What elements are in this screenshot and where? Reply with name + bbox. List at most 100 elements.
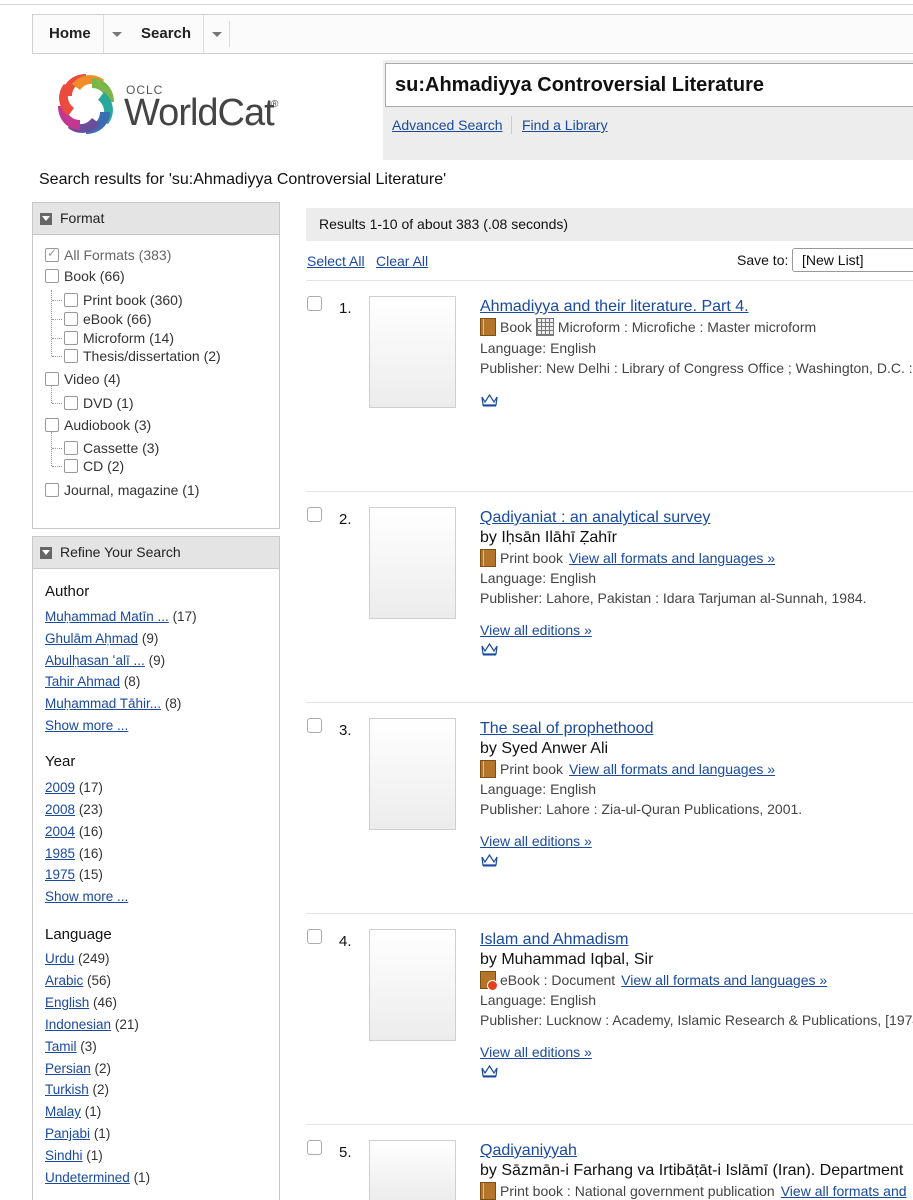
checkbox[interactable] — [45, 269, 59, 283]
view-formats-link[interactable]: View all formats and languages » — [621, 972, 827, 988]
result-author: by Muhammad Iqbal, Sir — [480, 951, 654, 968]
cover-thumbnail[interactable] — [369, 718, 456, 830]
language-link[interactable]: Sindhi — [45, 1148, 83, 1163]
find-library-link[interactable]: Find a Library — [522, 117, 608, 133]
search-input[interactable] — [385, 63, 913, 107]
result-checkbox[interactable] — [307, 929, 322, 944]
format-text: Microform : Microfiche : Master microfor… — [557, 319, 817, 335]
save-to-select[interactable]: [New List] — [792, 248, 913, 272]
result-title-link[interactable]: Qadiyaniat : an analytical survey — [480, 509, 710, 527]
format-audiobook[interactable]: Audiobook (3) — [45, 417, 151, 433]
language-link[interactable]: Persian — [45, 1061, 91, 1076]
language-link[interactable]: Indonesian — [45, 1017, 111, 1032]
checkbox[interactable] — [64, 331, 78, 345]
home-chevron-down-icon[interactable] — [103, 15, 128, 53]
language-link[interactable]: Undetermined — [45, 1170, 130, 1185]
checkbox[interactable] — [64, 441, 78, 455]
author-facet: Ghulām Aḥmad (9) — [45, 631, 158, 646]
collapse-toggle-icon[interactable] — [40, 213, 52, 225]
crown-icon[interactable] — [481, 642, 498, 656]
language-facet: Tamil (3) — [45, 1039, 97, 1054]
checkbox[interactable] — [45, 483, 59, 497]
format-panel-header[interactable]: Format — [33, 203, 279, 235]
author-link[interactable]: Abulḥasan ʻalī ... — [45, 653, 145, 668]
show-more-link[interactable]: Show more ... — [45, 889, 128, 904]
view-editions-link[interactable]: View all editions » — [480, 833, 592, 849]
checkbox[interactable] — [64, 293, 78, 307]
view-editions-link[interactable]: View all editions » — [480, 622, 592, 638]
author-link[interactable]: Muḥammad Matīn ... — [45, 609, 169, 624]
year-link[interactable]: 1985 — [45, 846, 75, 861]
result-checkbox[interactable] — [307, 718, 322, 733]
format-thesis[interactable]: Thesis/dissertation (2) — [64, 348, 221, 364]
worldcat-logo-icon[interactable] — [46, 66, 126, 146]
year-link[interactable]: 2009 — [45, 780, 75, 795]
checkbox[interactable] — [45, 372, 59, 386]
format-ebook[interactable]: eBook (66) — [64, 311, 151, 327]
result-checkbox[interactable] — [307, 296, 322, 311]
format-dvd[interactable]: DVD (1) — [64, 395, 134, 411]
view-formats-link[interactable]: View all formats and languages » — [569, 761, 775, 777]
language-link[interactable]: Turkish — [45, 1082, 89, 1097]
language-link[interactable]: Panjabi — [45, 1126, 90, 1141]
show-more-link[interactable]: Show more ... — [45, 718, 128, 733]
logo-wordmark[interactable]: WorldCat — [124, 92, 275, 135]
language-link[interactable]: Tamil — [45, 1039, 77, 1054]
checkbox[interactable] — [64, 312, 78, 326]
nav-home[interactable]: Home — [49, 15, 91, 53]
nav-search[interactable]: Search — [141, 15, 191, 53]
format-book[interactable]: Book (66) — [45, 268, 125, 284]
cover-thumbnail[interactable] — [369, 929, 456, 1041]
refine-panel-header[interactable]: Refine Your Search — [33, 537, 279, 569]
year-link[interactable]: 2008 — [45, 802, 75, 817]
format-all[interactable]: All Formats (383) — [45, 246, 171, 263]
format-text: eBook : Document — [500, 972, 616, 988]
select-all-link[interactable]: Select All — [307, 253, 365, 269]
tree-connector — [51, 432, 52, 466]
checkbox[interactable] — [45, 246, 59, 262]
crown-icon[interactable] — [481, 853, 498, 867]
view-formats-link[interactable]: View all formats and — [781, 1183, 907, 1199]
year-link[interactable]: 1975 — [45, 867, 75, 882]
language-link[interactable]: English — [45, 995, 89, 1010]
crown-icon[interactable] — [481, 393, 498, 407]
format-cassette[interactable]: Cassette (3) — [64, 440, 159, 456]
result-title-link[interactable]: The seal of prophethood — [480, 720, 653, 738]
advanced-search-link[interactable]: Advanced Search — [392, 117, 503, 133]
format-microform[interactable]: Microform (14) — [64, 330, 174, 346]
author-link[interactable]: Tahir Ahmad — [45, 674, 120, 689]
facet-count: (46) — [93, 995, 118, 1010]
result-checkbox[interactable] — [307, 507, 322, 522]
author-link[interactable]: Ghulām Aḥmad — [45, 631, 138, 646]
language-link[interactable]: Arabic — [45, 973, 83, 988]
language-link[interactable]: Malay — [45, 1104, 81, 1119]
checkbox[interactable] — [64, 459, 78, 473]
result-title-link[interactable]: Islam and Ahmadism — [480, 931, 629, 949]
facet-count: (249) — [78, 951, 110, 966]
checkbox[interactable] — [64, 396, 78, 410]
format-label: Audiobook (3) — [64, 417, 152, 433]
view-formats-link[interactable]: View all formats and languages » — [569, 550, 775, 566]
format-journal[interactable]: Journal, magazine (1) — [45, 482, 199, 498]
year-facet: 2009 (17) — [45, 780, 103, 795]
format-cd[interactable]: CD (2) — [64, 458, 124, 474]
author-link[interactable]: Muḥammad Tāhir... — [45, 696, 161, 711]
search-chevron-down-icon[interactable] — [203, 15, 228, 53]
format-video[interactable]: Video (4) — [45, 371, 121, 387]
result-checkbox[interactable] — [307, 1140, 322, 1155]
checkbox[interactable] — [45, 418, 59, 432]
year-link[interactable]: 2004 — [45, 824, 75, 839]
crown-icon[interactable] — [481, 1064, 498, 1078]
divider — [306, 491, 913, 492]
cover-thumbnail[interactable] — [369, 1140, 456, 1200]
cover-thumbnail[interactable] — [369, 507, 456, 619]
clear-all-link[interactable]: Clear All — [376, 253, 428, 269]
result-title-link[interactable]: Ahmadiyya and their literature. Part 4. — [480, 298, 749, 316]
checkbox[interactable] — [64, 349, 78, 363]
language-link[interactable]: Urdu — [45, 951, 74, 966]
result-title-link[interactable]: Qadiyaniyyah — [480, 1142, 577, 1160]
view-editions-link[interactable]: View all editions » — [480, 1044, 592, 1060]
collapse-toggle-icon[interactable] — [40, 547, 52, 559]
format-print-book[interactable]: Print book (360) — [64, 292, 183, 308]
cover-thumbnail[interactable] — [369, 296, 456, 408]
